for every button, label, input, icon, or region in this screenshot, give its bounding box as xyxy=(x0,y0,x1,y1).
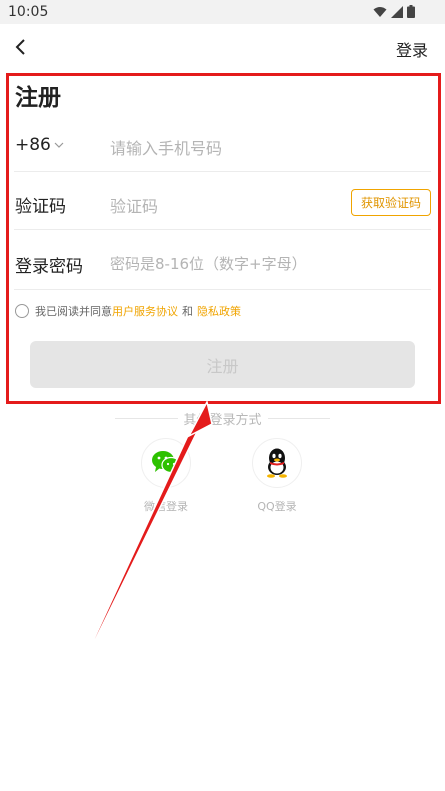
agreement-and: 和 xyxy=(182,305,193,318)
agreement-checkbox[interactable] xyxy=(15,304,29,318)
terms-link[interactable]: 用户服务协议 xyxy=(112,303,178,319)
back-arrow-icon xyxy=(15,39,25,55)
qq-login-label: QQ登录 xyxy=(257,500,297,513)
wifi-icon xyxy=(373,6,387,17)
login-link[interactable]: 登录 xyxy=(396,37,428,61)
battery-icon xyxy=(407,5,415,18)
qq-icon xyxy=(267,448,287,478)
agreement-prefix: 我已阅读并同意 xyxy=(35,305,112,318)
wechat-icon-circle xyxy=(141,438,191,488)
wechat-icon xyxy=(152,451,181,474)
country-code-value: +86 xyxy=(15,135,51,155)
status-icons xyxy=(373,5,415,18)
divider-line-left xyxy=(115,417,178,419)
wechat-login[interactable]: 微信登录 xyxy=(126,438,206,514)
code-input[interactable]: 验证码 xyxy=(110,193,158,217)
status-time: 10:05 xyxy=(8,4,49,20)
nav-bar: 登录 xyxy=(0,24,445,72)
other-login-title: 其他登录方式 xyxy=(183,412,262,428)
qq-icon-circle xyxy=(252,438,302,488)
qq-login[interactable]: QQ登录 xyxy=(237,438,317,514)
agreement: 我已阅读并同意 用户服务协议 和 隐私政策 xyxy=(15,303,241,319)
country-code-selector[interactable]: +86 xyxy=(15,135,64,155)
privacy-link[interactable]: 隐私政策 xyxy=(197,303,241,319)
password-row: 登录密码 密码是8-16位（数字+字母） xyxy=(14,232,431,290)
page-title: 注册 xyxy=(15,85,61,111)
get-code-button[interactable]: 获取验证码 xyxy=(351,189,431,216)
divider-line-right xyxy=(267,417,331,419)
password-input[interactable]: 密码是8-16位（数字+字母） xyxy=(110,253,307,274)
chevron-down-icon xyxy=(54,142,64,148)
phone-row: +86 请输入手机号码 xyxy=(14,114,431,172)
other-login-divider: 其他登录方式 xyxy=(115,408,331,428)
password-label: 登录密码 xyxy=(15,257,83,277)
register-button[interactable]: 注册 xyxy=(30,341,415,388)
status-bar: 10:05 xyxy=(0,0,445,24)
wechat-login-label: 微信登录 xyxy=(144,500,188,513)
code-label: 验证码 xyxy=(15,197,66,217)
phone-input[interactable]: 请输入手机号码 xyxy=(110,135,222,159)
signal-icon xyxy=(391,5,403,18)
back-button[interactable] xyxy=(8,32,34,62)
code-row: 验证码 验证码 获取验证码 xyxy=(14,172,431,230)
